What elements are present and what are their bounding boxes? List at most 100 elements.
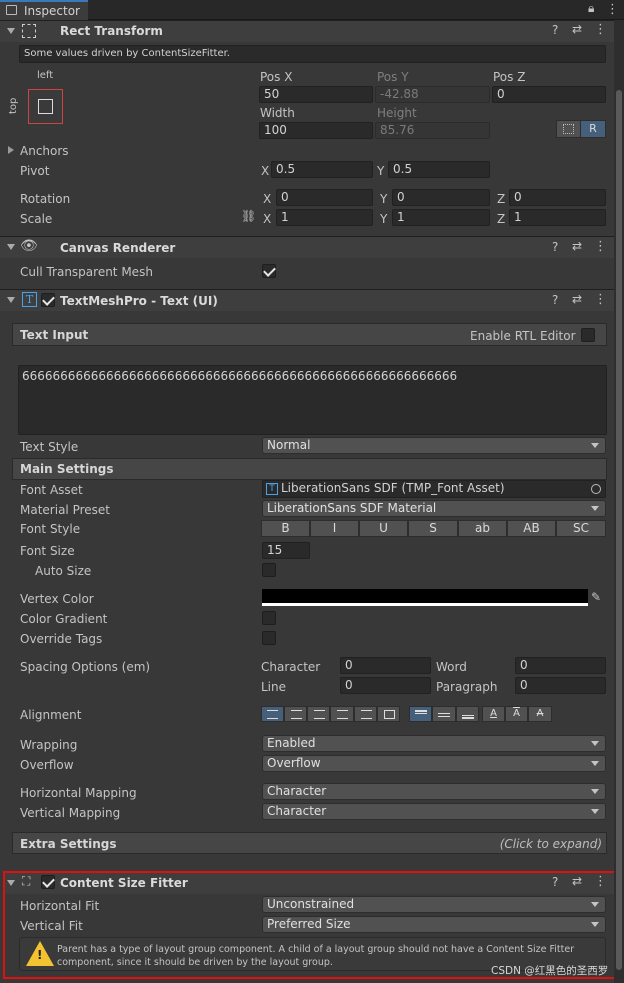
- vertex-color-swatch[interactable]: [262, 589, 588, 606]
- vertical-fit-dropdown[interactable]: Preferred Size: [262, 916, 606, 933]
- pos-x-field[interactable]: 50: [259, 86, 373, 103]
- scale-x-field[interactable]: 1: [276, 209, 373, 226]
- component-menu-icon[interactable]: ⋮: [594, 292, 607, 307]
- chevron-down-icon: [591, 789, 599, 794]
- pos-z-field[interactable]: 0: [492, 86, 606, 103]
- character-spacing-field[interactable]: 0: [340, 657, 431, 674]
- align-right-button[interactable]: [307, 706, 330, 722]
- wrapping-dropdown[interactable]: Enabled: [262, 735, 606, 752]
- rotation-z-field[interactable]: 0: [509, 189, 606, 206]
- chevron-down-icon: [591, 741, 599, 746]
- paragraph-spacing-label: Paragraph: [436, 680, 498, 694]
- pivot-y-field[interactable]: 0.5: [388, 161, 490, 178]
- presets-icon[interactable]: ⇄: [572, 292, 582, 306]
- blueprint-mode-button[interactable]: [556, 120, 581, 138]
- font-style-uppercase-button[interactable]: AB: [507, 520, 556, 537]
- character-spacing-label: Character: [261, 660, 321, 674]
- object-picker-icon[interactable]: [591, 484, 601, 494]
- component-menu-icon[interactable]: ⋮: [594, 874, 607, 889]
- override-tags-checkbox[interactable]: [262, 631, 276, 645]
- chevron-down-icon: [591, 809, 599, 814]
- align-capline-button[interactable]: A: [528, 706, 552, 722]
- window-menu-icon[interactable]: ⋮: [606, 2, 619, 17]
- horizontal-fit-dropdown[interactable]: Unconstrained: [262, 896, 606, 913]
- foldout-arrow-icon[interactable]: [7, 880, 15, 886]
- scale-y-field[interactable]: 1: [392, 209, 490, 226]
- presets-icon[interactable]: ⇄: [572, 874, 582, 888]
- paragraph-spacing-field[interactable]: 0: [515, 677, 606, 694]
- rotation-x-field[interactable]: 0: [276, 189, 373, 206]
- color-gradient-checkbox[interactable]: [262, 611, 276, 625]
- help-icon[interactable]: ?: [552, 293, 558, 307]
- pivot-x-field[interactable]: 0.5: [271, 161, 373, 178]
- raw-edit-button[interactable]: R: [580, 120, 606, 138]
- warning-text-line1: Parent has a type of layout group compon…: [57, 944, 575, 955]
- align-justified-button[interactable]: [330, 706, 354, 722]
- font-style-italic-button[interactable]: I: [310, 520, 359, 537]
- word-spacing-field[interactable]: 0: [515, 657, 606, 674]
- anchors-label[interactable]: Anchors: [20, 144, 69, 158]
- anchor-preset-button[interactable]: [28, 89, 63, 124]
- pivot-x-axis: X: [261, 164, 270, 178]
- font-asset-icon: T: [266, 483, 278, 495]
- vertical-fit-value: Preferred Size: [267, 917, 351, 931]
- width-field[interactable]: 100: [259, 122, 373, 139]
- text-style-dropdown[interactable]: Normal: [262, 437, 606, 454]
- align-top-button[interactable]: [409, 706, 432, 722]
- constrain-proportions-icon[interactable]: ⛓︎: [241, 209, 256, 223]
- component-menu-icon[interactable]: ⋮: [594, 239, 607, 254]
- font-asset-field[interactable]: T LiberationSans SDF (TMP_Font Asset): [262, 480, 606, 498]
- rotation-label: Rotation: [20, 192, 71, 206]
- enable-rtl-checkbox[interactable]: [581, 328, 595, 342]
- content-size-fitter-enabled-checkbox[interactable]: [41, 875, 55, 889]
- auto-size-checkbox[interactable]: [262, 563, 276, 577]
- help-icon[interactable]: ?: [552, 23, 558, 37]
- align-baseline-button[interactable]: A: [482, 706, 505, 722]
- wrapping-value: Enabled: [267, 736, 316, 750]
- font-size-field[interactable]: 15: [262, 542, 310, 559]
- align-center-button[interactable]: [284, 706, 307, 722]
- presets-icon[interactable]: ⇄: [572, 22, 582, 36]
- font-asset-label: Font Asset: [20, 483, 83, 497]
- eyedropper-icon[interactable]: ✎: [591, 590, 601, 604]
- word-spacing-label: Word: [436, 660, 467, 674]
- align-bottom-button[interactable]: [456, 706, 479, 722]
- foldout-arrow-icon[interactable]: [7, 28, 15, 34]
- alignment-label: Alignment: [20, 708, 82, 722]
- align-left-button[interactable]: [261, 706, 284, 722]
- chevron-down-icon: [591, 443, 599, 448]
- align-flush-button[interactable]: [354, 706, 377, 722]
- overflow-dropdown[interactable]: Overflow: [262, 755, 606, 772]
- font-style-strikethrough-button[interactable]: S: [408, 520, 458, 537]
- text-input-area[interactable]: 6666666666666666666666666666666666666666…: [18, 365, 607, 435]
- material-preset-dropdown[interactable]: LiberationSans SDF Material: [262, 500, 606, 517]
- rotation-y-field[interactable]: 0: [392, 189, 490, 206]
- font-style-underline-button[interactable]: U: [359, 520, 408, 537]
- foldout-arrow-icon[interactable]: [7, 297, 15, 303]
- extra-settings-header[interactable]: Extra Settings (Click to expand): [12, 832, 607, 854]
- align-geometry-center-button[interactable]: [377, 706, 400, 722]
- inspector-tab[interactable]: Inspector: [0, 0, 88, 20]
- scrollbar-thumb[interactable]: [616, 90, 622, 970]
- help-icon[interactable]: ?: [552, 875, 558, 889]
- font-style-lowercase-button[interactable]: ab: [458, 520, 507, 537]
- align-flush-icon: [361, 710, 372, 719]
- font-style-smallcaps-button[interactable]: SC: [556, 520, 606, 537]
- tmp-enabled-checkbox[interactable]: [41, 293, 55, 307]
- help-icon[interactable]: ?: [552, 240, 558, 254]
- presets-icon[interactable]: ⇄: [572, 239, 582, 253]
- inspector-tab-bar: [0, 0, 624, 20]
- line-spacing-field[interactable]: 0: [340, 677, 431, 694]
- font-style-bold-button[interactable]: B: [261, 520, 310, 537]
- component-menu-icon[interactable]: ⋮: [594, 22, 607, 37]
- scale-z-field[interactable]: 1: [509, 209, 606, 226]
- vertical-mapping-dropdown[interactable]: Character: [262, 803, 606, 820]
- horizontal-mapping-value: Character: [267, 784, 327, 798]
- align-middle-button[interactable]: [432, 706, 456, 722]
- cull-transparent-mesh-checkbox[interactable]: [262, 264, 276, 278]
- align-midline-button[interactable]: A: [505, 706, 528, 722]
- horizontal-mapping-dropdown[interactable]: Character: [262, 783, 606, 800]
- foldout-arrow-icon[interactable]: [7, 244, 15, 250]
- anchors-foldout-icon[interactable]: [8, 146, 14, 154]
- lock-icon[interactable]: 🔒︎: [588, 1, 594, 16]
